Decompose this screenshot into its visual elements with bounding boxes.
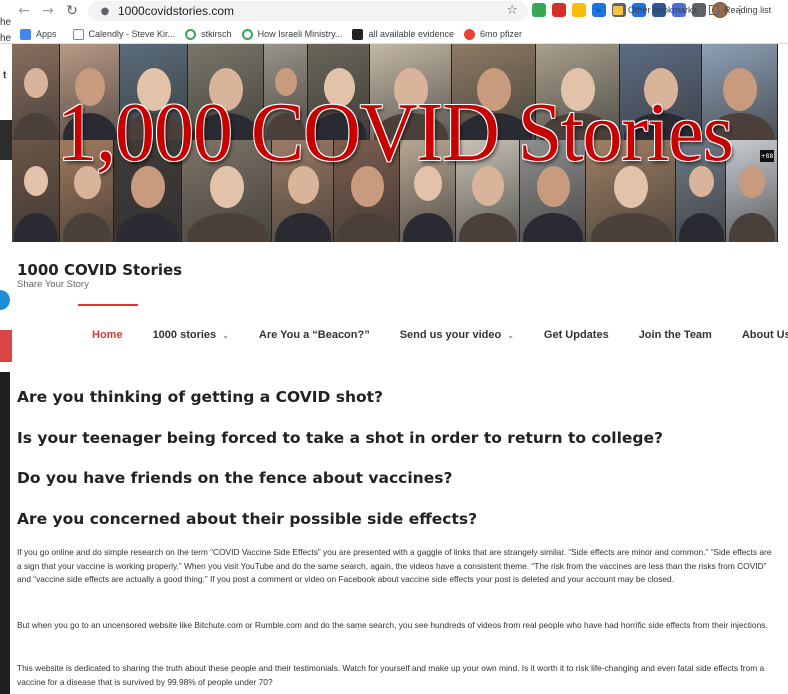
- reading-list-icon: [709, 5, 720, 15]
- question-heading: Is your teenager being forced to take a …: [17, 429, 664, 447]
- menu-item-label: Home: [92, 329, 123, 341]
- primary-menu: Home 1000 stories ⌄ Are You a “Beacon?” Send…: [78, 327, 788, 343]
- site-tagline: Share Your Story: [17, 279, 89, 290]
- person-shoulders: [523, 213, 583, 242]
- person-shoulders: [678, 213, 724, 242]
- bookmark-item[interactable]: stkirsch: [185, 28, 232, 40]
- bookmark-item[interactable]: Calendly - Steve Kir...: [72, 28, 176, 40]
- body-paragraph: But when you go to an uncensored website…: [17, 620, 768, 630]
- bookmark-label: Calendly - Steve Kir...: [88, 29, 176, 39]
- person-shoulders: [728, 213, 776, 242]
- menu-item-join-the-team[interactable]: Join the Team: [639, 329, 712, 341]
- person-shoulders: [402, 213, 454, 242]
- bookmark-item[interactable]: How Israeli Ministry...: [241, 28, 343, 40]
- menu-item-label: Get Updates: [543, 329, 609, 341]
- back-arrow-icon[interactable]: ←: [14, 1, 34, 21]
- menu-item-get-updates[interactable]: Get Updates: [544, 329, 609, 341]
- t-logo-icon: [352, 28, 364, 40]
- menu-item-label: Are You a “Beacon?”: [258, 329, 370, 341]
- nav-accent-line: [78, 304, 138, 306]
- person-shoulders: [14, 213, 58, 242]
- bookmark-item[interactable]: 6mo pfizer: [464, 28, 523, 40]
- sliver-blue-icon: [0, 290, 10, 310]
- bookmark-label: all available evidence: [368, 29, 454, 39]
- body-paragraph: If you go online and do simple research …: [17, 547, 772, 584]
- video-badge: +88: [760, 150, 774, 162]
- bookmark-label: How Israeli Ministry...: [257, 29, 343, 39]
- question-heading: Do you have friends on the fence about v…: [17, 469, 453, 487]
- extension-icon[interactable]: [552, 3, 566, 17]
- person-shoulders: [459, 213, 517, 242]
- chevron-down-icon: ⌄: [222, 330, 229, 340]
- question-heading: Are you thinking of getting a COVID shot…: [17, 388, 384, 406]
- lock-icon: ●: [100, 5, 110, 17]
- browser-chrome: ← → ↻ ● 1000covidstories.com ☆ ⋮ Apps Cal…: [0, 0, 788, 44]
- header-banner[interactable]: 1,000 COVID Stories +88: [12, 44, 778, 242]
- bookmark-star-icon[interactable]: ☆: [506, 3, 518, 18]
- bookmark-label: stkirsch: [201, 29, 232, 39]
- sliver-red-block: [0, 330, 12, 362]
- banner-title: 1,000 COVID Stories: [57, 86, 734, 179]
- menu-item-1000-stories[interactable]: 1000 stories ⌄: [153, 329, 229, 341]
- menu-item-are-you-a-beacon[interactable]: Are You a “Beacon?”: [259, 329, 370, 341]
- reading-list[interactable]: Reading list: [724, 5, 771, 15]
- address-bar[interactable]: ● 1000covidstories.com ☆: [88, 1, 528, 21]
- site-title[interactable]: 1000 COVID Stories: [17, 261, 182, 279]
- other-bookmarks[interactable]: Other bookmarks: [628, 5, 697, 15]
- menu-item-send-us-your-video[interactable]: Send us your video ⌄: [400, 329, 514, 341]
- menu-item-about-us[interactable]: About Us: [742, 329, 788, 341]
- extension-icon[interactable]: [572, 3, 586, 17]
- menu-item-label: Send us your video: [399, 329, 502, 341]
- person-shoulders: [590, 213, 672, 242]
- person-shoulders: [62, 213, 112, 242]
- bookmarks-right: » Other bookmarks Reading list: [596, 0, 771, 20]
- person-shoulders: [186, 213, 268, 242]
- bookmark-item[interactable]: all available evidence: [352, 28, 454, 40]
- menu-item-label: About Us: [741, 329, 788, 341]
- bookmarks-bar: Apps Calendly - Steve Kir... stkirsch How I…: [0, 24, 788, 44]
- play-icon: [241, 28, 253, 40]
- sliver-dark-1: [0, 120, 12, 160]
- bookmark-label: Apps: [36, 29, 57, 39]
- address-url: 1000covidstories.com: [118, 4, 235, 18]
- reload-icon[interactable]: ↻: [62, 1, 82, 21]
- play-icon: [185, 28, 197, 40]
- calendar-icon: [72, 28, 84, 40]
- sliver-text-3: t: [3, 70, 7, 81]
- menu-item-home[interactable]: Home: [92, 329, 123, 341]
- sliver-dark-2: [0, 372, 10, 694]
- person-shoulders: [117, 213, 179, 242]
- apps-grid-icon: [20, 28, 31, 40]
- more-bookmarks-chevron[interactable]: »: [596, 5, 601, 15]
- question-heading: Are you concerned about their possible s…: [17, 510, 478, 528]
- menu-item-label: Join the Team: [638, 329, 712, 341]
- extension-icon[interactable]: [532, 3, 546, 17]
- person-shoulders: [275, 213, 331, 242]
- bookmark-label: 6mo pfizer: [480, 29, 523, 39]
- sliver-text-1: he: [0, 17, 12, 28]
- folder-icon: [613, 5, 624, 15]
- red-circle-icon: [464, 28, 475, 40]
- forward-arrow-icon[interactable]: →: [38, 1, 58, 21]
- bookmark-item[interactable]: Apps: [20, 28, 57, 40]
- menu-item-label: 1000 stories: [152, 329, 217, 341]
- person-shoulders: [337, 213, 397, 242]
- body-paragraph: This website is dedicated to sharing the…: [17, 663, 765, 687]
- chevron-down-icon: ⌄: [507, 330, 514, 340]
- sliver-text-2: he: [0, 33, 12, 44]
